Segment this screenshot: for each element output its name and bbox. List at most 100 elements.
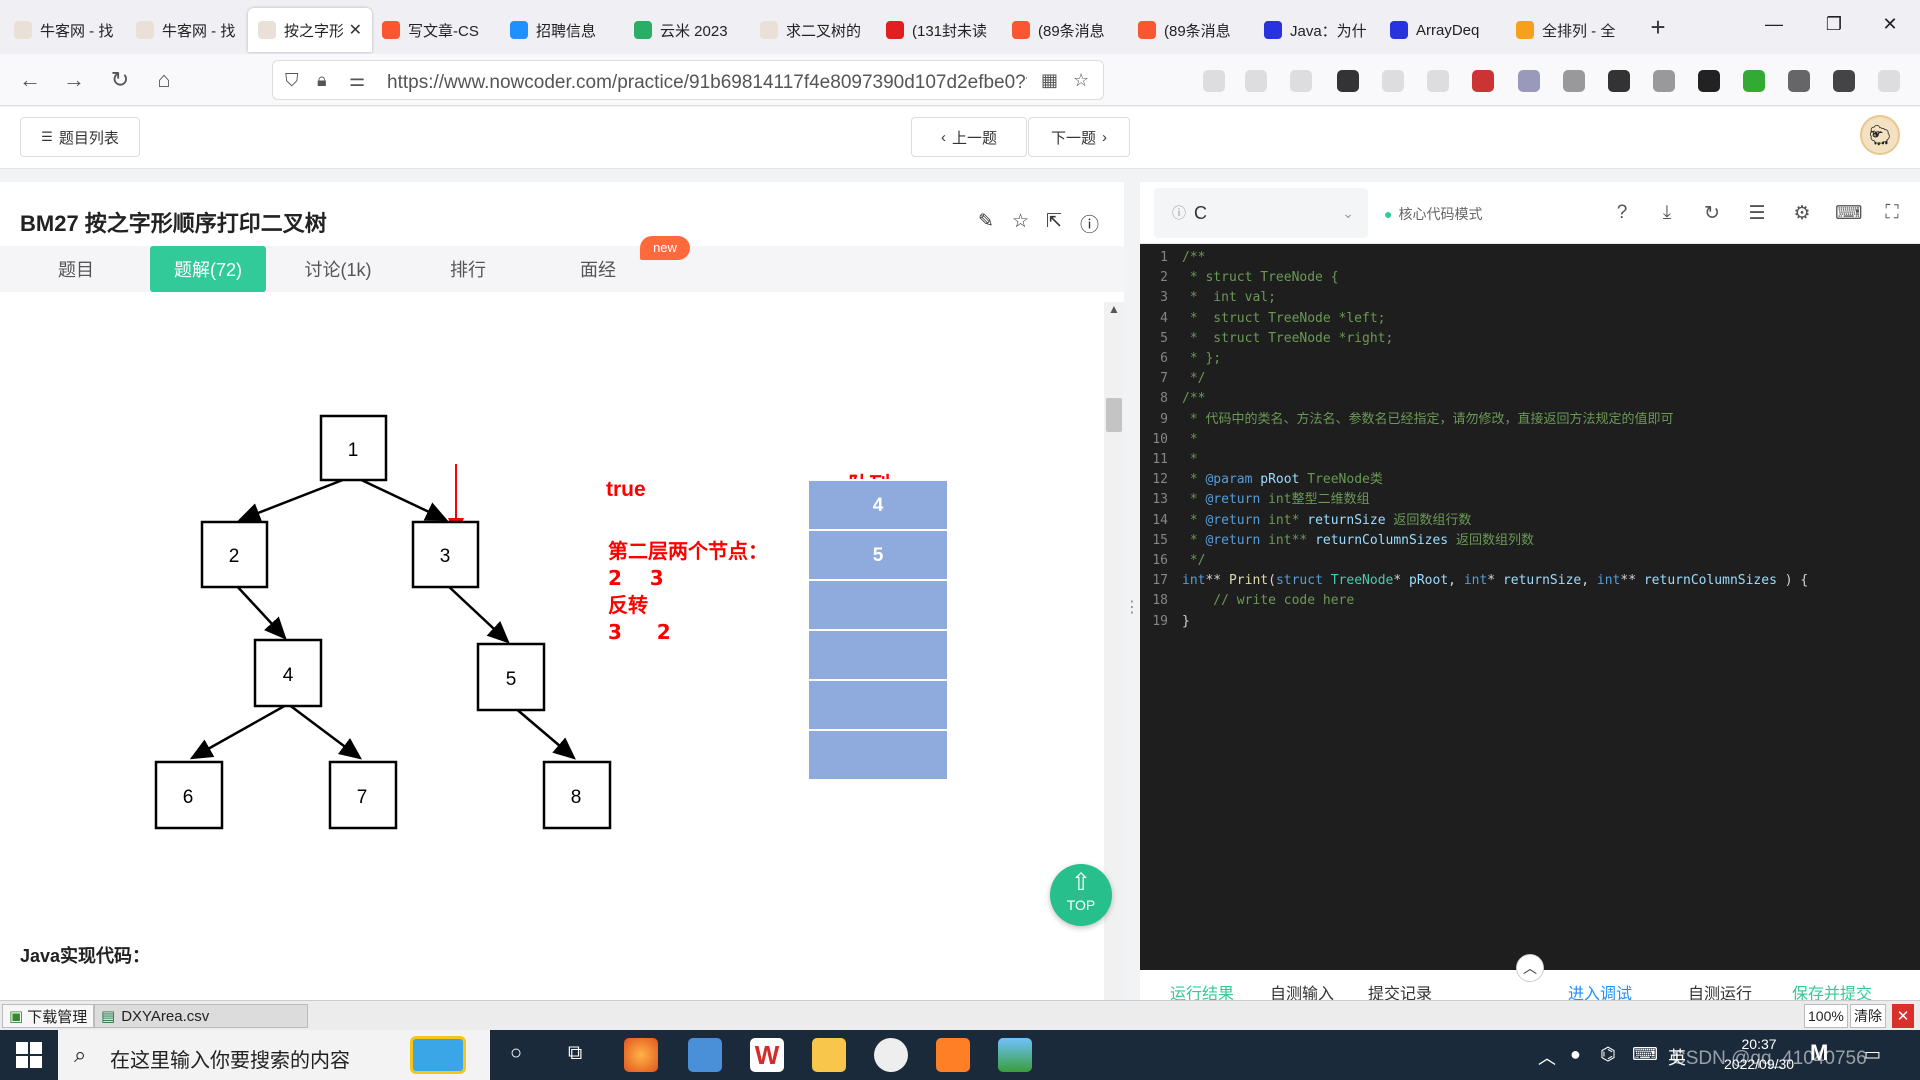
tab-solutions[interactable]: 题解(72) [150,246,266,292]
browser-tab[interactable]: (89条消息 [1128,8,1254,52]
browser-tab[interactable]: ArrayDeq [1380,8,1506,52]
avatar[interactable]: 🐑︎ [1860,115,1900,155]
code-line[interactable]: 18 // write code here [1140,591,1920,611]
code-line[interactable]: 19} [1140,612,1920,632]
home-icon[interactable]: ⌂ [148,64,180,96]
browser-tab[interactable]: 按之字形 ✕ [248,8,372,52]
code-line[interactable]: 10 * [1140,430,1920,450]
browser-tab[interactable]: 写文章-CS [372,8,500,52]
code-line[interactable]: 4 * struct TreeNode *left; [1140,309,1920,329]
file-explorer-icon[interactable] [812,1038,846,1072]
chrome-like-icon[interactable] [874,1038,908,1072]
browser-tab[interactable]: 云米 2023 [624,8,750,52]
code-line[interactable]: 16 */ [1140,551,1920,571]
widgets-icon[interactable]: ⧉ [568,1042,582,1065]
lock-icon[interactable]: 🔒︎ [317,70,327,91]
download-toolbar-icon[interactable] [1203,70,1225,92]
sync-icon[interactable] [1608,70,1630,92]
close-tab-icon[interactable]: ✕ [349,20,362,40]
new-tab-button[interactable]: + [1640,12,1676,43]
code-line[interactable]: 9 * 代码中的类名、方法名、参数名已经指定，请勿修改，直接返回方法规定的值即可 [1140,410,1920,430]
back-icon[interactable]: ← [14,64,46,96]
code-line[interactable]: 7 */ [1140,369,1920,389]
scroll-up-icon[interactable]: ▲ [1104,302,1124,320]
windows-start-icon[interactable] [16,1042,42,1068]
code-line[interactable]: 13 * @return int整型二维数组 [1140,490,1920,510]
chevron-up-icon[interactable]: ︿ [1538,1044,1556,1070]
code-line[interactable]: 14 * @return int* returnSize 返回数组行数 [1140,511,1920,531]
info-icon[interactable]: ⓘ [1080,210,1099,237]
problem-list-button[interactable]: ☰ 题目列表 [20,117,140,157]
qr-code-icon[interactable]: ▦ [1041,70,1058,91]
code-line[interactable]: 6 * }; [1140,349,1920,369]
url-text[interactable]: https://www.nowcoder.com/practice/91b698… [387,72,1027,94]
language-select[interactable]: ⓘ C ⌄ [1154,188,1368,238]
extension-balls-icon[interactable] [1472,70,1494,92]
shield-ext-icon[interactable] [1518,70,1540,92]
favorite-star-icon[interactable]: ☆ [1012,210,1029,233]
scrollbar-thumb[interactable] [1106,398,1122,432]
code-line[interactable]: 15 * @return int** returnColumnSizes 返回数… [1140,531,1920,551]
undo-icon[interactable] [1427,70,1449,92]
code-editor[interactable]: 1/** 2 * struct TreeNode {3 * int val; 4 *… [1140,244,1920,970]
back-to-top-button[interactable]: ⇧ TOP [1050,864,1112,926]
browser-tab[interactable]: 牛客网 - 找 [126,8,248,52]
ublock-icon[interactable] [1563,70,1585,92]
next-problem-button[interactable]: 下一题 › [1028,117,1130,157]
settings-gear-icon[interactable]: ⚙ [1790,202,1814,225]
extension-one-icon[interactable] [1337,70,1359,92]
help-icon[interactable]: ? [1610,202,1634,224]
forward-icon[interactable]: → [58,64,90,96]
code-line[interactable]: 11 * [1140,450,1920,470]
zoom-level[interactable]: 100% [1804,1004,1848,1028]
firefox-icon[interactable] [624,1038,658,1072]
code-line[interactable]: 5 * struct TreeNode *right; [1140,329,1920,349]
crop-icon[interactable] [1382,70,1404,92]
code-line[interactable]: 17 int** Print(struct TreeNode* pRoot, in… [1140,571,1920,591]
panel-splitter[interactable]: ⋮ [1124,182,1140,1000]
extension-green-icon[interactable] [1743,70,1765,92]
code-line[interactable]: 2 * struct TreeNode { [1140,268,1920,288]
tab-discussion[interactable]: 讨论(1k) [280,246,396,292]
address-bar[interactable]: ⛉ 🔒︎ ⚌ https://www.nowcoder.com/practice… [272,60,1104,100]
globe-icon[interactable] [1653,70,1675,92]
browser-tab[interactable]: 全排列 - 全 [1506,8,1630,52]
keyboard-icon[interactable]: ⌨ [1835,202,1862,225]
format-icon[interactable]: ☰ [1745,202,1769,225]
browser-tab[interactable]: 求二叉树的 [750,8,876,52]
download-manager-button[interactable]: ▣ 下载管理 [2,1004,94,1028]
code-line[interactable]: 8 /** [1140,389,1920,409]
tab-ranking[interactable]: 排行 [410,246,526,292]
permissions-icon[interactable]: ⚌ [349,70,365,91]
reset-icon[interactable]: ↻ [1700,202,1724,225]
share-icon[interactable]: ⇱ [1046,210,1062,233]
sidebar-icon[interactable] [1290,70,1312,92]
task-view-icon[interactable]: ○ [510,1042,522,1065]
clear-downloads-button[interactable]: 清除 [1850,1004,1886,1028]
download-icon[interactable]: ⤓ [1655,202,1679,224]
browser-tab[interactable]: Java：为什 [1254,8,1380,52]
browser-tab[interactable]: 招聘信息 [500,8,624,52]
app-store-icon[interactable] [688,1038,722,1072]
reload-icon[interactable]: ↻ [104,64,136,96]
minimize-button[interactable]: — [1754,14,1794,35]
tab-interview[interactable]: 面经 [540,246,656,292]
panda-icon[interactable] [1698,70,1720,92]
code-mode[interactable]: ● 核心代码模式 [1384,204,1482,224]
restore-button[interactable]: ❐ [1814,14,1854,35]
dark-reader-icon[interactable] [1788,70,1810,92]
code-line[interactable]: 12 * @param pRoot TreeNode类 [1140,470,1920,490]
tab-problem[interactable]: 题目 [18,246,134,292]
selenium-icon[interactable] [1833,70,1855,92]
menu-icon[interactable] [1878,70,1900,92]
edit-icon[interactable]: ✎ [978,210,994,233]
download-file-item[interactable]: ▤ DXYArea.csv [94,1004,308,1028]
code-line[interactable]: 3 * int val; [1140,288,1920,308]
tray-app-icon[interactable]: ● [1570,1044,1581,1065]
code-line[interactable]: 1 /** [1140,248,1920,268]
collapse-chevron-icon[interactable]: ︿ [1516,954,1544,982]
prev-problem-button[interactable]: ‹ 上一题 [911,117,1027,157]
bookmark-star-icon[interactable]: ☆ [1073,70,1089,91]
browser-tab[interactable]: (131封未读 [876,8,1002,52]
wps-icon[interactable]: W [750,1038,784,1072]
